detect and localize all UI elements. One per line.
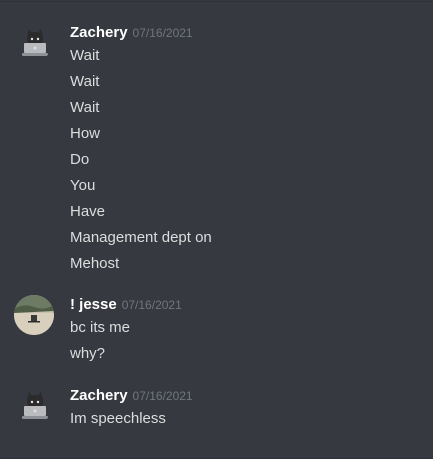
message-lines: Im speechless (70, 406, 166, 432)
message-lines: Wait Wait Wait How Do You Have Managemen… (70, 43, 212, 277)
avatar[interactable] (15, 386, 53, 424)
username[interactable]: Zachery (70, 387, 128, 404)
avatar[interactable] (14, 295, 54, 335)
chat-message-list: Zachery 07/16/2021 Wait Wait Wait How Do … (1, 1, 432, 459)
timestamp[interactable]: 07/16/2021 (122, 298, 182, 312)
message-header: Zachery 07/16/2021 (70, 386, 193, 406)
message-header: Zachery 07/16/2021 (70, 23, 193, 43)
message-line: You (70, 177, 96, 194)
message-lines: bc its me why? (70, 315, 130, 367)
message-line: bc its me (70, 319, 131, 336)
message-line: Mehost (70, 255, 120, 272)
message-line: Wait (70, 47, 100, 64)
username[interactable]: ! jesse (70, 296, 117, 313)
avatar-photo-icon (14, 295, 54, 335)
avatar-laptop-cat-icon (15, 23, 53, 61)
avatar-laptop-cat-icon (15, 386, 53, 424)
message-line: Do (70, 151, 90, 168)
timestamp[interactable]: 07/16/2021 (133, 389, 193, 403)
message-line: Wait (70, 99, 100, 116)
message-header: ! jesse 07/16/2021 (70, 295, 182, 315)
message-line: Have (70, 203, 106, 220)
message-line: Wait (70, 73, 100, 90)
message-line: why? (70, 345, 106, 362)
message-line: Management dept on (70, 229, 212, 246)
timestamp[interactable]: 07/16/2021 (133, 26, 193, 40)
message-line: How (70, 125, 101, 142)
message-line: Im speechless (70, 410, 166, 427)
username[interactable]: Zachery (70, 24, 128, 41)
avatar[interactable] (15, 23, 53, 61)
